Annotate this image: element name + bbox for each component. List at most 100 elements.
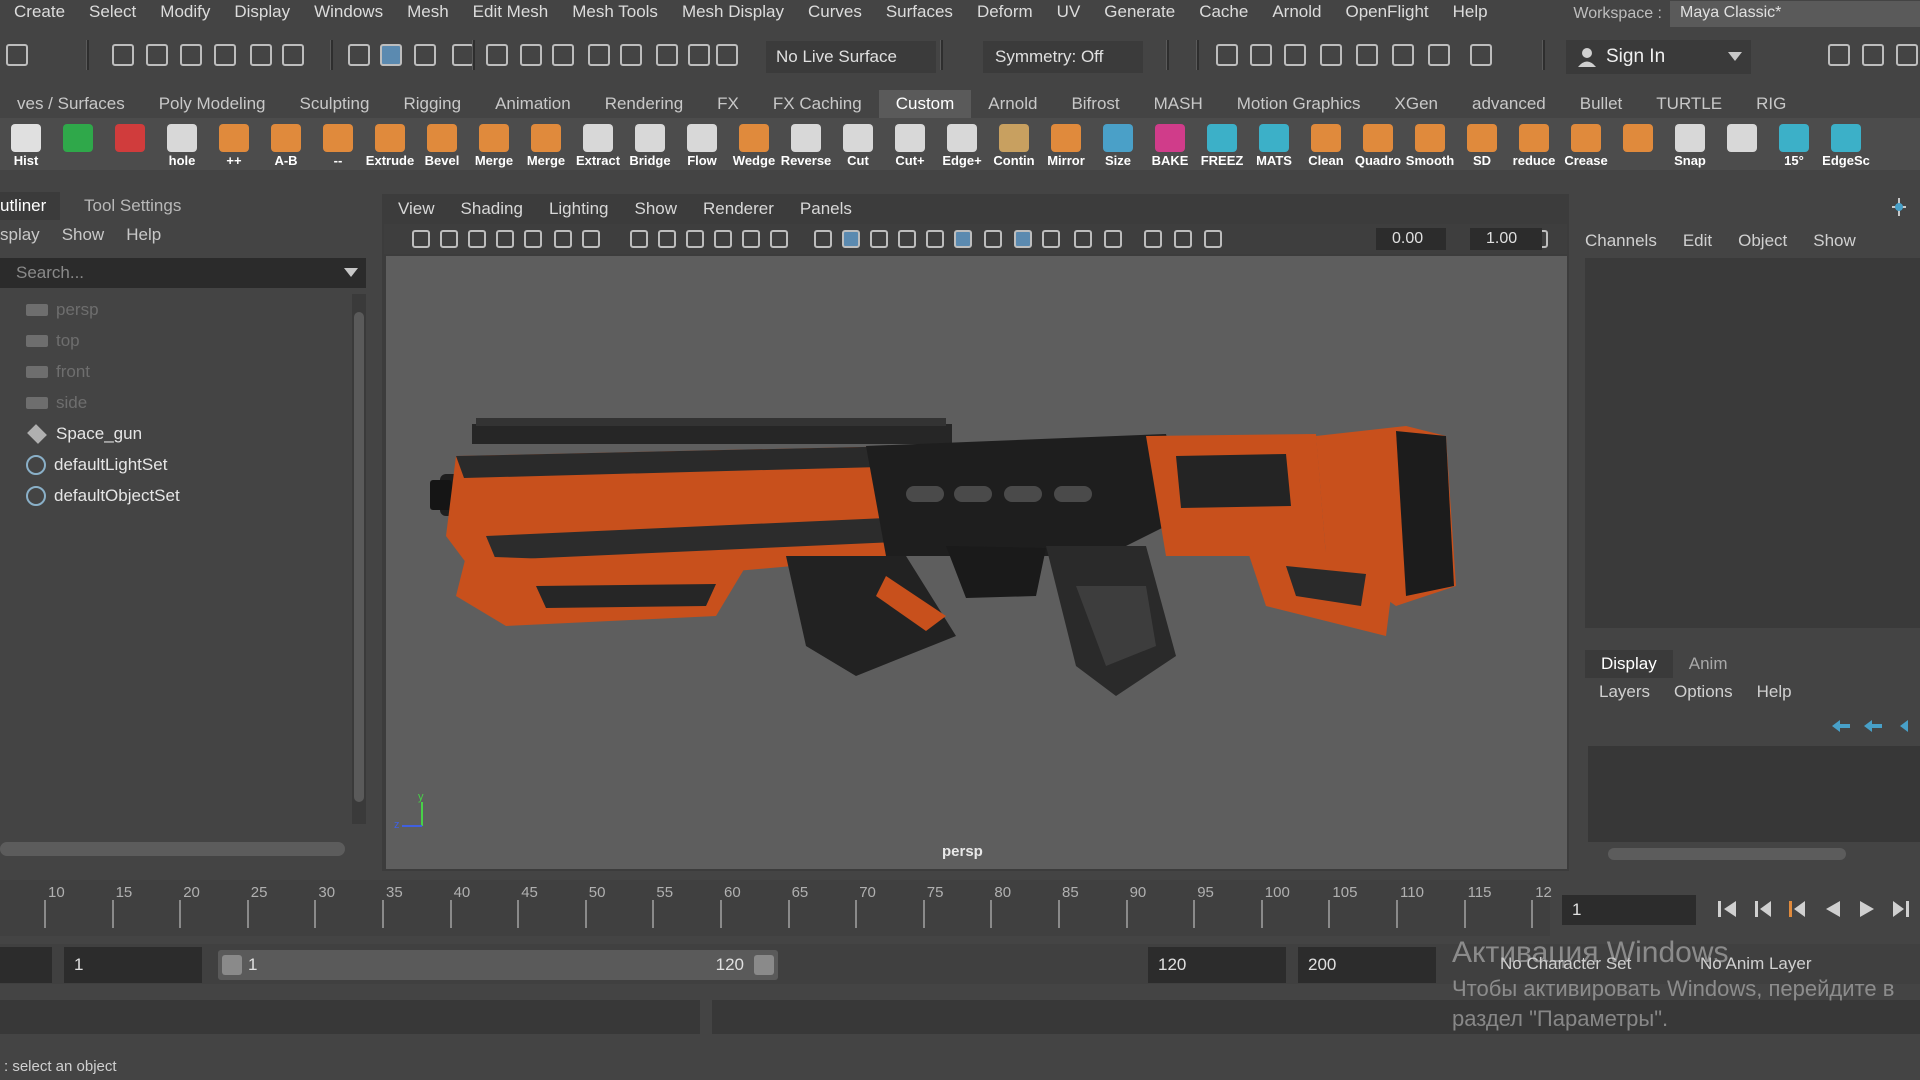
shelf-button-bridge[interactable]: Bridge xyxy=(624,118,676,170)
viewport-tool-icon[interactable] xyxy=(686,230,704,248)
go-to-start-icon[interactable] xyxy=(1716,898,1738,920)
status-tool-icon[interactable] xyxy=(380,44,402,66)
channel-menu-show[interactable]: Show xyxy=(1813,231,1856,251)
shelf-button-mats[interactable]: MATS xyxy=(1248,118,1300,170)
shelf-tab-rigging[interactable]: Rigging xyxy=(386,90,478,118)
menu-mesh[interactable]: Mesh xyxy=(407,2,449,22)
shelf-tab-poly-modeling[interactable]: Poly Modeling xyxy=(142,90,283,118)
shelf-tab-mash[interactable]: MASH xyxy=(1137,90,1220,118)
shelf-button-edge-[interactable]: Edge+ xyxy=(936,118,988,170)
menu-create[interactable]: Create xyxy=(14,2,65,22)
viewport-tool-icon[interactable] xyxy=(496,230,514,248)
outliner-item-defaultlightset[interactable]: defaultLightSet xyxy=(26,451,167,479)
menu-generate[interactable]: Generate xyxy=(1104,2,1175,22)
attribute-editor-icon[interactable] xyxy=(1888,196,1910,218)
range-left-field[interactable] xyxy=(0,947,52,983)
step-back-key-icon[interactable] xyxy=(1786,898,1808,920)
menu-uv[interactable]: UV xyxy=(1057,2,1081,22)
status-tool-icon[interactable] xyxy=(1284,44,1306,66)
layers-menu-help[interactable]: Help xyxy=(1757,682,1792,702)
viewport-tool-icon[interactable] xyxy=(770,230,788,248)
shelf-button-reverse[interactable]: Reverse xyxy=(780,118,832,170)
viewport-tool-icon[interactable] xyxy=(1014,230,1032,248)
shelf-button-reduce[interactable]: reduce xyxy=(1508,118,1560,170)
status-tool-icon[interactable] xyxy=(1356,44,1378,66)
status-tool-icon[interactable] xyxy=(282,44,304,66)
viewport-tool-icon[interactable] xyxy=(582,230,600,248)
outliner-menu-display[interactable]: splay xyxy=(0,225,40,245)
shelf-button-contin[interactable]: Contin xyxy=(988,118,1040,170)
menu-curves[interactable]: Curves xyxy=(808,2,862,22)
command-line-input[interactable] xyxy=(0,1000,700,1034)
menu-windows[interactable]: Windows xyxy=(314,2,383,22)
outliner-scrollbar[interactable] xyxy=(352,294,366,824)
shelf-tab-rendering[interactable]: Rendering xyxy=(588,90,700,118)
status-tool-icon[interactable] xyxy=(214,44,236,66)
shelf-tab-ves-surfaces[interactable]: ves / Surfaces xyxy=(0,90,142,118)
status-tool-icon[interactable] xyxy=(180,44,202,66)
viewport-tool-icon[interactable] xyxy=(1174,230,1192,248)
viewport-tool-icon[interactable] xyxy=(870,230,888,248)
status-tool-icon[interactable] xyxy=(1828,44,1850,66)
viewport-menu-view[interactable]: View xyxy=(398,199,435,219)
menu-help[interactable]: Help xyxy=(1453,2,1488,22)
status-tool-icon[interactable] xyxy=(1862,44,1884,66)
shelf-button-extrude[interactable]: Extrude xyxy=(364,118,416,170)
layers-menu-layers[interactable]: Layers xyxy=(1599,682,1650,702)
shelf-button-quadro[interactable]: Quadro xyxy=(1352,118,1404,170)
shelf-tab-fx-caching[interactable]: FX Caching xyxy=(756,90,879,118)
time-slider[interactable] xyxy=(0,880,1550,936)
shelf-button-tool[interactable] xyxy=(104,118,156,170)
status-tool-icon[interactable] xyxy=(588,44,610,66)
outliner-item-persp[interactable]: persp xyxy=(26,296,99,324)
shelf-button-tool[interactable] xyxy=(1716,118,1768,170)
channel-menu-channels[interactable]: Channels xyxy=(1585,231,1657,251)
workspace-selector[interactable]: Workspace : Maya Classic* xyxy=(1573,0,1920,28)
menu-openflight[interactable]: OpenFlight xyxy=(1345,2,1428,22)
status-tool-icon[interactable] xyxy=(414,44,436,66)
viewport-tool-icon[interactable] xyxy=(1144,230,1162,248)
outliner-item-front[interactable]: front xyxy=(26,358,90,386)
shelf-button-mirror[interactable]: Mirror xyxy=(1040,118,1092,170)
viewport-tool-icon[interactable] xyxy=(412,230,430,248)
shelf-tab-custom[interactable]: Custom xyxy=(878,90,972,118)
status-tool-icon[interactable] xyxy=(1428,44,1450,66)
status-tool-icon[interactable] xyxy=(716,44,738,66)
status-tool-icon[interactable] xyxy=(146,44,168,66)
status-tool-icon[interactable] xyxy=(348,44,370,66)
menu-modify[interactable]: Modify xyxy=(160,2,210,22)
current-frame-field[interactable]: 1 xyxy=(1562,895,1696,925)
status-tool-icon[interactable] xyxy=(520,44,542,66)
viewport-tool-icon[interactable] xyxy=(742,230,760,248)
shelf-button-edgesc[interactable]: EdgeSc xyxy=(1820,118,1872,170)
viewport-tool-icon[interactable] xyxy=(630,230,648,248)
viewport-tool-icon[interactable] xyxy=(954,230,972,248)
shelf-tab-animation[interactable]: Animation xyxy=(478,90,588,118)
status-tool-icon[interactable] xyxy=(552,44,574,66)
viewport-tool-icon[interactable] xyxy=(984,230,1002,248)
menu-mesh-tools[interactable]: Mesh Tools xyxy=(572,2,658,22)
shelf-button-snap[interactable]: Snap xyxy=(1664,118,1716,170)
status-tool-icon[interactable] xyxy=(452,44,474,66)
shelf-button-merge[interactable]: Merge xyxy=(468,118,520,170)
tab-tool-settings[interactable]: Tool Settings xyxy=(70,192,195,220)
viewport-tool-icon[interactable] xyxy=(1204,230,1222,248)
shelf-tab-fx[interactable]: FX xyxy=(700,90,756,118)
tab-display-layers[interactable]: Display xyxy=(1585,650,1673,678)
play-forwards-icon[interactable] xyxy=(1856,898,1878,920)
viewport-menu-show[interactable]: Show xyxy=(635,199,678,219)
outliner-item-space_gun[interactable]: Space_gun xyxy=(26,420,142,448)
shelf-button-bevel[interactable]: Bevel xyxy=(416,118,468,170)
shelf-button-smooth[interactable]: Smooth xyxy=(1404,118,1456,170)
shelf-button-bake[interactable]: BAKE xyxy=(1144,118,1196,170)
viewport-tool-icon[interactable] xyxy=(1074,230,1092,248)
menu-mesh-display[interactable]: Mesh Display xyxy=(682,2,784,22)
shelf-button-sd[interactable]: SD xyxy=(1456,118,1508,170)
menu-edit-mesh[interactable]: Edit Mesh xyxy=(473,2,549,22)
viewport-tool-icon[interactable] xyxy=(1104,230,1122,248)
shelf-button-extract[interactable]: Extract xyxy=(572,118,624,170)
shelf-tab-rig[interactable]: RIG xyxy=(1739,90,1803,118)
menu-display[interactable]: Display xyxy=(234,2,290,22)
range-start-handle[interactable] xyxy=(222,955,242,975)
status-tool-icon[interactable] xyxy=(656,44,678,66)
